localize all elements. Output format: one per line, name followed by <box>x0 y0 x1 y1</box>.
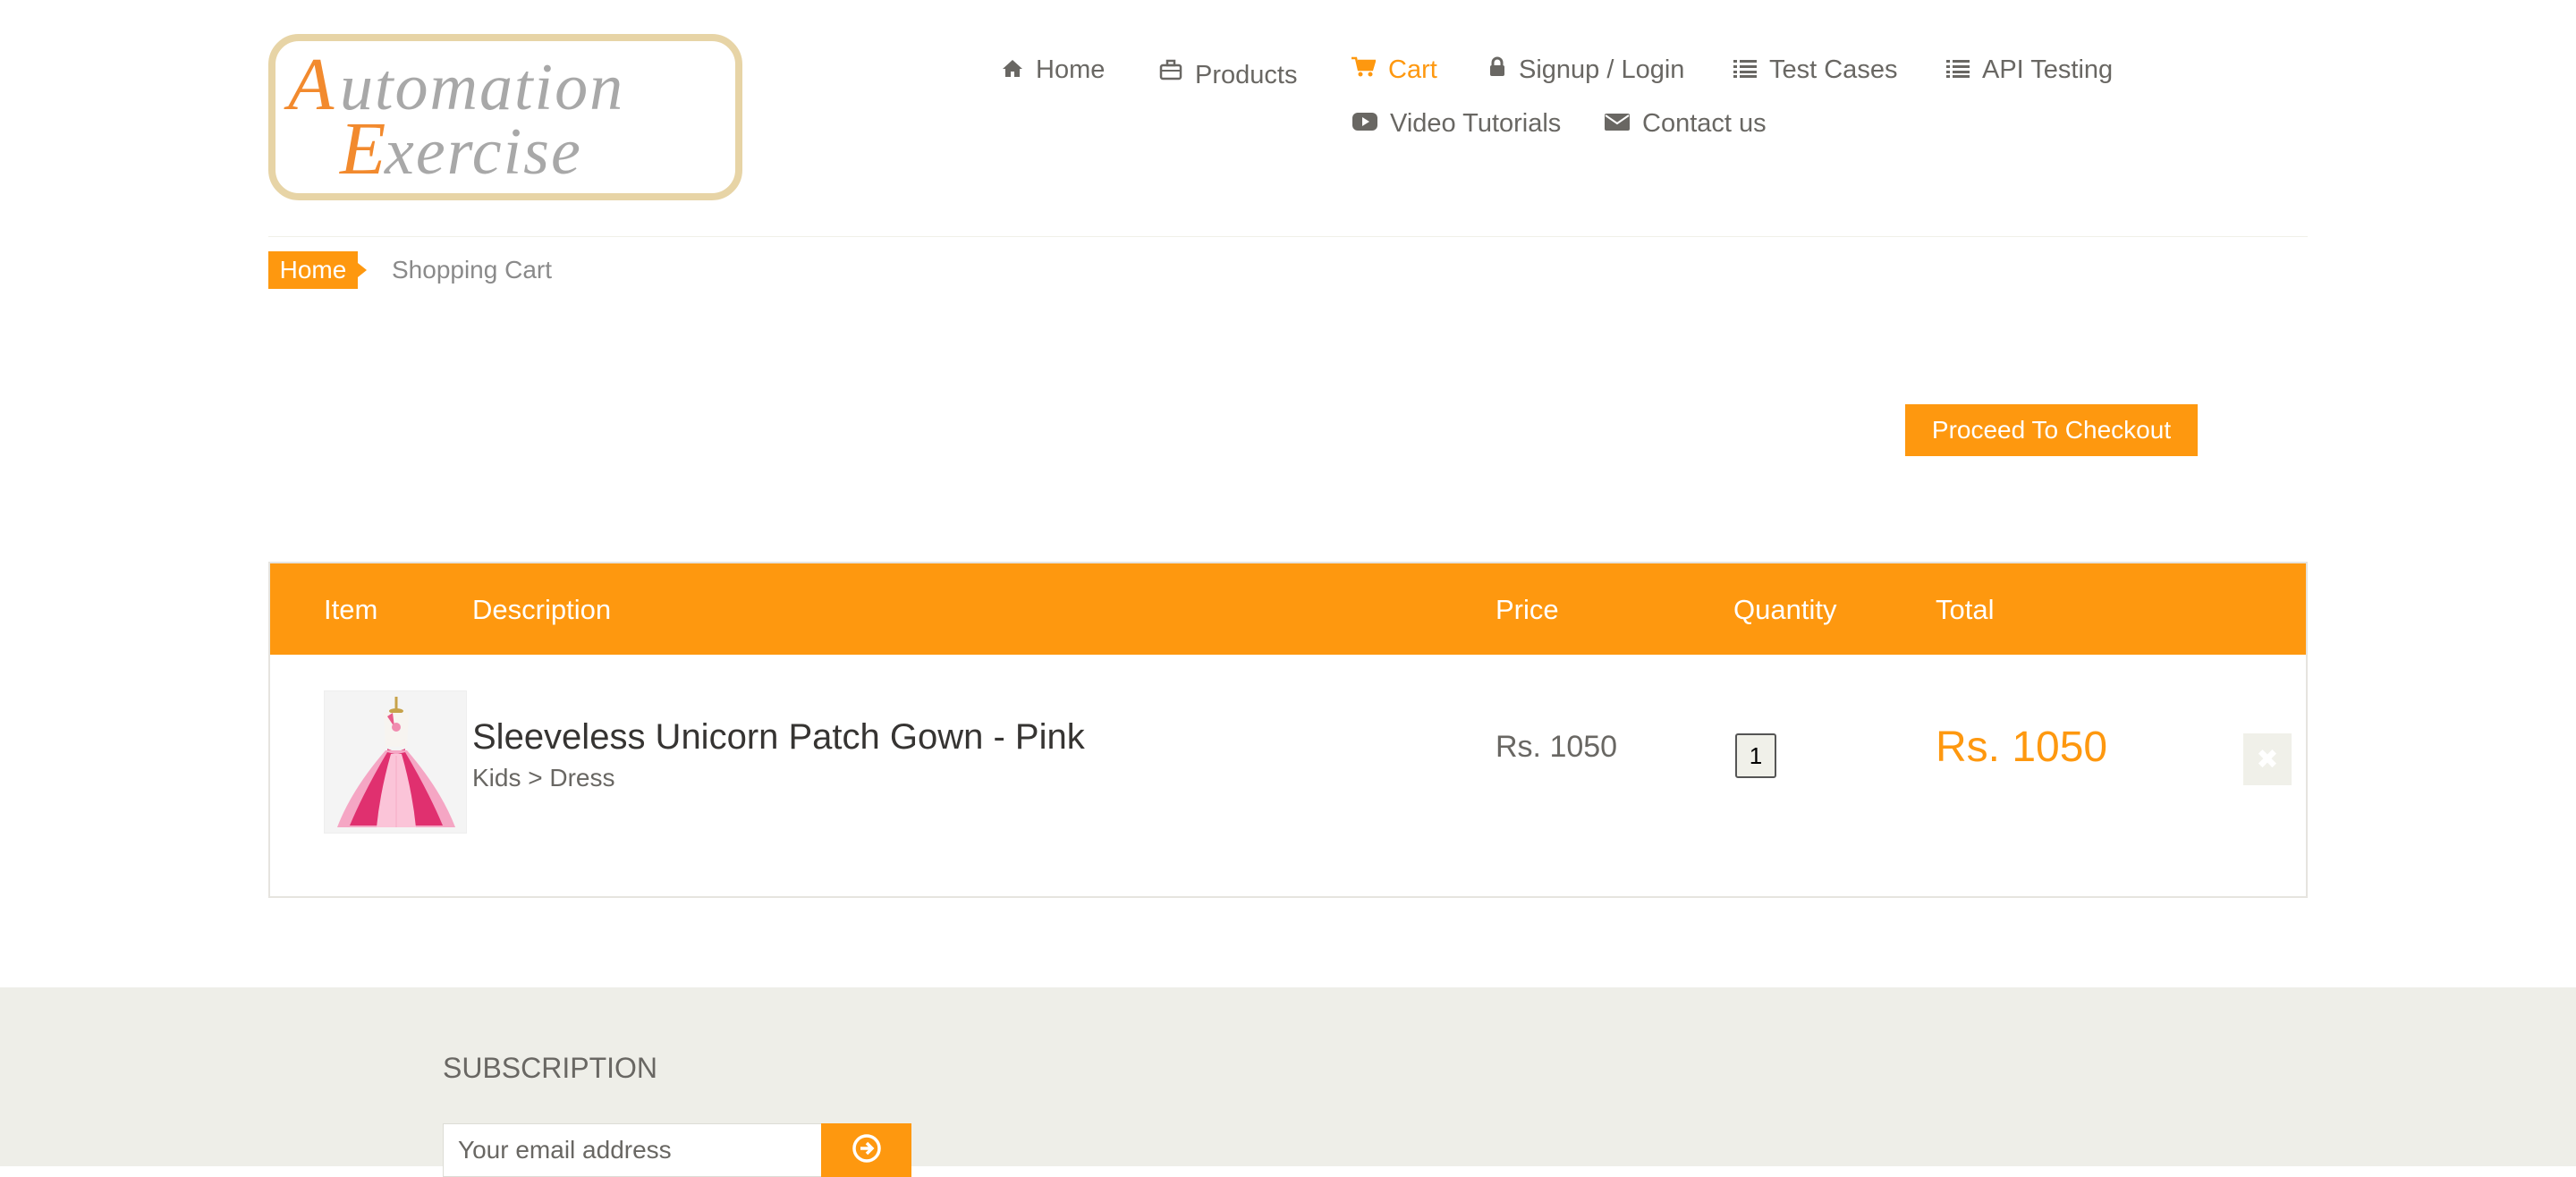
site-logo[interactable]: A utomation E xercise <box>268 34 742 200</box>
nav-video-tutorials-label: Video Tutorials <box>1390 109 1562 138</box>
logo-graphic: A utomation E xercise <box>284 43 623 191</box>
list-icon <box>1733 55 1757 85</box>
home-icon <box>1002 55 1023 85</box>
nav-video-tutorials[interactable]: Video Tutorials <box>1352 109 1561 139</box>
shopping-cart-icon <box>1351 55 1377 85</box>
nav-test-cases-label: Test Cases <box>1769 55 1898 84</box>
nav-contact-us-label: Contact us <box>1642 109 1767 138</box>
header-divider <box>268 236 2308 237</box>
cart-table: Item Description Price Quantity Total Sl… <box>268 562 2308 898</box>
list-icon <box>1946 55 1970 85</box>
breadcrumb-home[interactable]: Home <box>268 251 358 289</box>
subscription-title: SUBSCRIPTION <box>443 1052 658 1084</box>
svg-text:xercise: xercise <box>384 115 582 189</box>
arrow-circle-right-icon <box>852 1133 882 1168</box>
delete-item-button[interactable]: ✖ <box>2243 733 2292 785</box>
cart-table-header: Item Description Price Quantity Total <box>270 563 2306 655</box>
product-name-link[interactable]: Sleeveless Unicorn Patch Gown - Pink <box>472 717 1085 758</box>
nav-api-testing-label: API Testing <box>1982 55 2114 84</box>
youtube-play-icon <box>1352 109 1377 139</box>
svg-text:A: A <box>284 43 335 126</box>
column-header-total: Total <box>1936 594 1995 625</box>
nav-api-testing[interactable]: API Testing <box>1946 55 2113 85</box>
svg-text:E: E <box>339 107 386 191</box>
column-header-price: Price <box>1496 594 1559 625</box>
nav-products-label: Products <box>1195 61 1298 89</box>
quantity-value: 1 <box>1735 733 1776 778</box>
footer: SUBSCRIPTION <box>0 987 2576 1177</box>
close-icon: ✖ <box>2256 744 2279 775</box>
column-header-item: Item <box>324 594 378 625</box>
product-price: Rs. 1050 <box>1496 730 1618 764</box>
nav-home-label: Home <box>1036 55 1106 84</box>
nav-cart[interactable]: Cart <box>1351 55 1437 85</box>
product-total: Rs. 1050 <box>1936 724 2108 771</box>
product-image[interactable] <box>324 690 467 834</box>
column-header-quantity: Quantity <box>1733 594 1837 625</box>
proceed-to-checkout-button[interactable]: Proceed To Checkout <box>1905 404 2198 456</box>
product-category: Kids > Dress <box>472 764 615 792</box>
lock-icon <box>1488 55 1506 85</box>
nav-signup-login-label: Signup / Login <box>1519 55 1685 84</box>
envelope-icon <box>1605 109 1630 139</box>
column-header-description: Description <box>472 594 612 625</box>
nav-cart-label: Cart <box>1388 55 1437 84</box>
nav-home[interactable]: Home <box>1002 55 1105 85</box>
breadcrumb-arrow <box>358 263 367 277</box>
subscribe-button[interactable] <box>821 1123 911 1177</box>
pink-gown-image <box>325 691 466 833</box>
briefcase-icon <box>1159 58 1182 88</box>
nav-contact-us[interactable]: Contact us <box>1605 109 1767 139</box>
nav-test-cases[interactable]: Test Cases <box>1733 55 1897 85</box>
subscription-email-input[interactable] <box>443 1123 822 1177</box>
breadcrumb-current: Shopping Cart <box>392 256 553 284</box>
nav-signup-login[interactable]: Signup / Login <box>1488 55 1684 85</box>
nav-products[interactable]: Products <box>1159 55 1297 90</box>
